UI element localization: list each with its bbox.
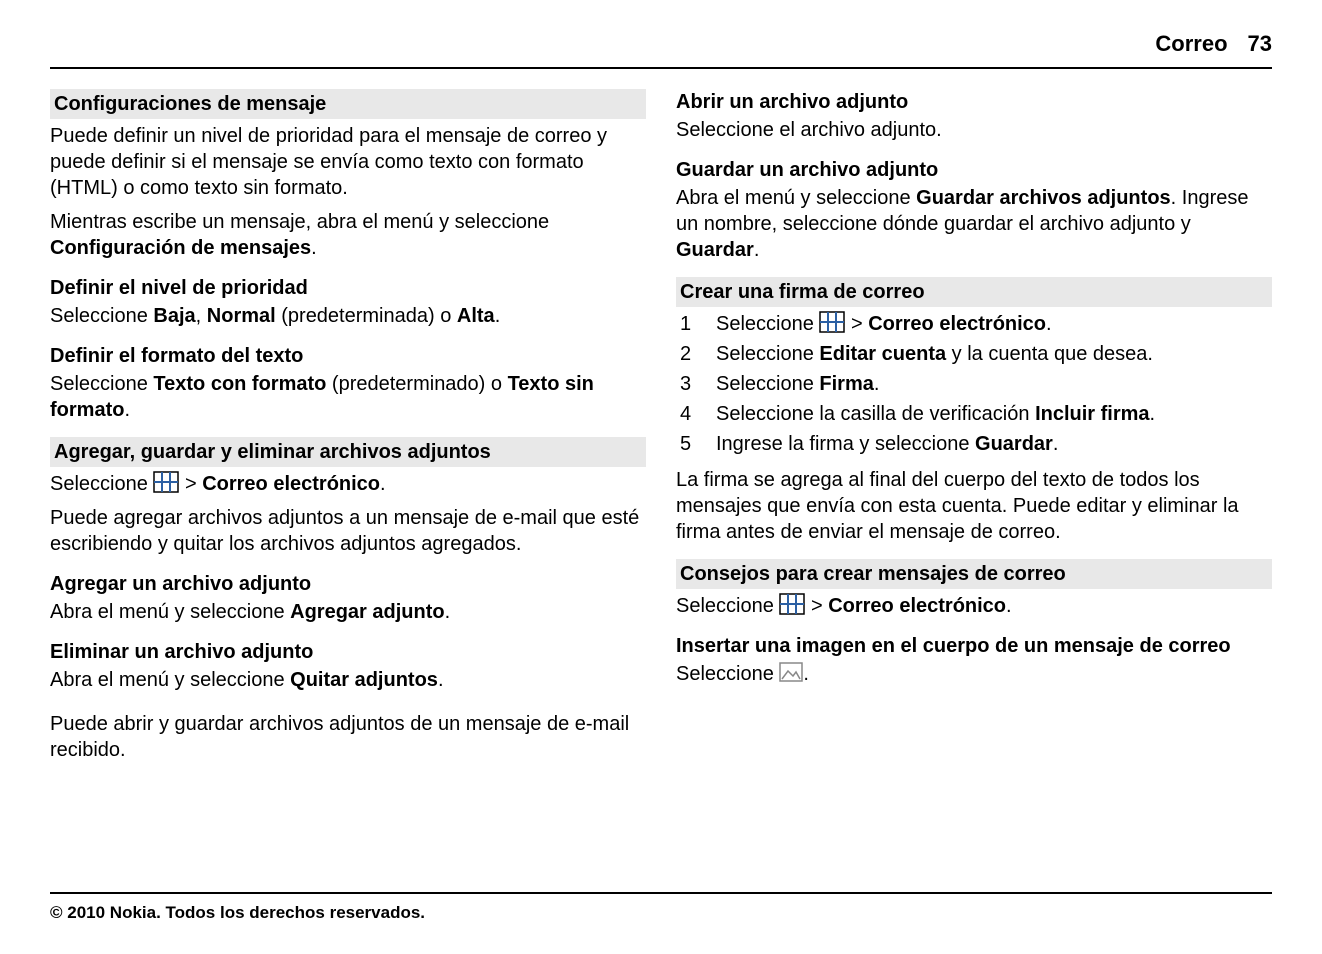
image-icon xyxy=(779,662,803,682)
subheading: Agregar un archivo adjunto xyxy=(50,571,646,597)
menu-grid-icon xyxy=(779,593,805,615)
paragraph: Mientras escribe un mensaje, abra el men… xyxy=(50,209,646,261)
section-title: Crear una firma de correo xyxy=(676,277,1272,307)
section-title: Configuraciones de mensaje xyxy=(50,89,646,119)
list-item: Seleccione la casilla de verificación In… xyxy=(676,401,1272,427)
section-title: Consejos para crear mensajes de correo xyxy=(676,559,1272,589)
paragraph: Seleccione > Correo electrónico. xyxy=(50,471,646,497)
list-item: Ingrese la firma y seleccione Guardar. xyxy=(676,431,1272,457)
paragraph: Puede abrir y guardar archivos adjuntos … xyxy=(50,711,646,763)
paragraph: Puede agregar archivos adjuntos a un men… xyxy=(50,505,646,557)
ordered-list: Seleccione > Correo electrónico. Selecci… xyxy=(676,311,1272,457)
paragraph: Abra el menú y seleccione Guardar archiv… xyxy=(676,185,1272,263)
list-item: Seleccione Firma. xyxy=(676,371,1272,397)
page: Correo 73 Configuraciones de mensaje Pued… xyxy=(0,0,1322,954)
subheading: Guardar un archivo adjunto xyxy=(676,157,1272,183)
paragraph: Seleccione . xyxy=(676,661,1272,687)
menu-grid-icon xyxy=(819,311,845,333)
footer-copyright: © 2010 Nokia. Todos los derechos reserva… xyxy=(50,892,1272,924)
content-columns: Configuraciones de mensaje Puede definir… xyxy=(50,89,1272,771)
paragraph: Puede definir un nivel de prioridad para… xyxy=(50,123,646,201)
menu-grid-icon xyxy=(153,471,179,493)
paragraph: Abra el menú y seleccione Agregar adjunt… xyxy=(50,599,646,625)
paragraph: Seleccione Baja, Normal (predeterminada)… xyxy=(50,303,646,329)
header-section: Correo xyxy=(1155,31,1227,56)
paragraph: Seleccione > Correo electrónico. xyxy=(676,593,1272,619)
subheading: Eliminar un archivo adjunto xyxy=(50,639,646,665)
subheading: Insertar una imagen en el cuerpo de un m… xyxy=(676,633,1272,659)
section-title: Agregar, guardar y eliminar archivos adj… xyxy=(50,437,646,467)
list-item: Seleccione Editar cuenta y la cuenta que… xyxy=(676,341,1272,367)
column-left: Configuraciones de mensaje Puede definir… xyxy=(50,89,646,771)
subheading: Definir el nivel de prioridad xyxy=(50,275,646,301)
subheading: Abrir un archivo adjunto xyxy=(676,89,1272,115)
column-right: Abrir un archivo adjunto Seleccione el a… xyxy=(676,89,1272,771)
paragraph: Seleccione Texto con formato (predetermi… xyxy=(50,371,646,423)
subheading: Definir el formato del texto xyxy=(50,343,646,369)
list-item: Seleccione > Correo electrónico. xyxy=(676,311,1272,337)
page-number: 73 xyxy=(1248,31,1272,56)
paragraph: La firma se agrega al final del cuerpo d… xyxy=(676,467,1272,545)
page-header: Correo 73 xyxy=(50,30,1272,69)
paragraph: Seleccione el archivo adjunto. xyxy=(676,117,1272,143)
paragraph: Abra el menú y seleccione Quitar adjunto… xyxy=(50,667,646,693)
